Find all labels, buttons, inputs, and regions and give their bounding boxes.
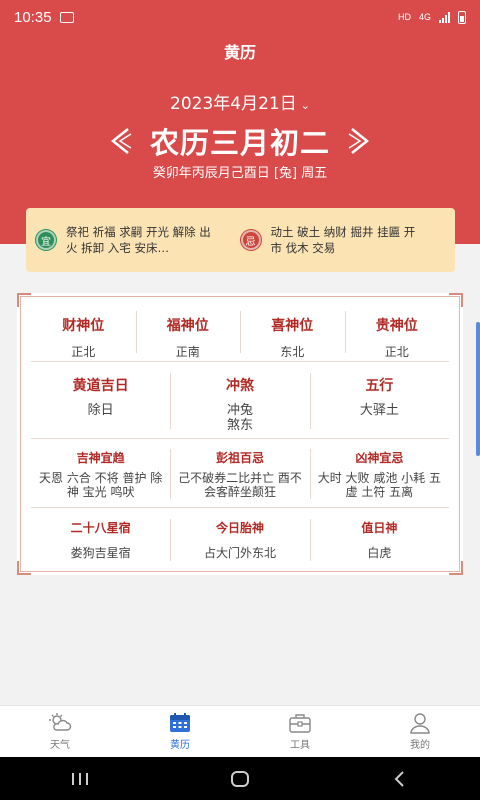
lunar-date: 农历三月初二 [149, 126, 330, 160]
cell-label: 福神位 [166, 318, 209, 334]
cell-label: 今日胎神 [215, 521, 264, 535]
cell-value: 东北 [280, 345, 305, 359]
evil-spirits-cell: 凶神宜忌 大时 大败 咸池 小耗 五虚 土符 五离 [309, 441, 449, 505]
status-time: 10:35 [14, 8, 52, 26]
cell-value: 己不破券二比并亡 酉不会客醉坐颠狂 [178, 471, 302, 499]
cell-label: 二十八星宿 [70, 521, 131, 535]
battery-icon [458, 10, 466, 24]
spirits-row: 吉神宜趋 天恩 六合 不将 普护 除神 宝光 鸣吠 彭祖百忌 己不破券二比并亡 … [31, 441, 449, 505]
yiji-card[interactable]: 宜 祭祀 祈福 求嗣 开光 解除 出火 拆卸 入宅 安床… 忌 动土 破土 纳财… [26, 208, 455, 272]
cell-value: 天恩 六合 不将 普护 除神 宝光 鸣吠 [39, 471, 163, 499]
cell-label: 值日神 [361, 521, 398, 535]
duty-god-cell: 值日神 白虎 [309, 511, 449, 567]
cell-value: 正南 [175, 345, 200, 359]
nav-almanac[interactable]: 黄历 [120, 706, 240, 757]
yi-section: 宜 祭祀 祈福 求嗣 开光 解除 出火 拆卸 入宅 安床… [36, 224, 241, 256]
hd-indicator: HD [397, 12, 411, 22]
system-nav-bar [0, 757, 480, 800]
frame-corner [17, 293, 31, 307]
next-day-arrow-icon[interactable] [348, 126, 372, 156]
divider [31, 361, 449, 362]
almanac-details-panel: 财神位 正北 福神位 正南 喜神位 东北 贵神位 正北 黄道吉日 除日 冲煞 冲… [17, 293, 463, 575]
cell-label: 黄道吉日 [72, 378, 129, 394]
cell-label: 凶神宜忌 [355, 451, 404, 465]
toolbox-icon [289, 714, 311, 733]
network-type: 4G [418, 12, 431, 22]
status-bar: 10:35 HD 4G [0, 0, 480, 34]
fetus-god-cell: 今日胎神 占大门外东北 [170, 511, 309, 567]
nav-label: 工具 [290, 740, 310, 751]
weather-icon [49, 713, 72, 731]
stars-row: 二十八星宿 娄狗吉星宿 今日胎神 占大门外东北 值日神 白虎 [31, 511, 449, 567]
bottom-nav: 天气 黄历 工具 我的 [0, 705, 480, 757]
frame-corner [449, 561, 463, 575]
page-title: 黄历 [223, 43, 256, 62]
solar-date: 2023年4月21日 [170, 94, 297, 114]
ganzhi-date: 癸卯年丙辰月己酉日 [兔] 周五 [152, 166, 328, 181]
cell-value: 占大门外东北 [203, 546, 276, 560]
date-selector[interactable]: 2023年4月21日 ⌄ [0, 89, 480, 114]
cell-label: 贵神位 [375, 318, 418, 334]
yi-text: 祭祀 祈福 求嗣 开光 解除 出火 拆卸 入宅 安床… [66, 225, 211, 255]
auspicious-day-cell: 黄道吉日 除日 [31, 365, 170, 435]
nav-label: 黄历 [170, 740, 190, 751]
cell-value: 大驿土 [359, 403, 399, 418]
fortune-god-cell: 福神位 正南 [135, 303, 241, 359]
cell-label: 五行 [365, 378, 394, 394]
lucky-spirits-cell: 吉神宜趋 天恩 六合 不将 普护 除神 宝光 鸣吠 [31, 441, 170, 505]
ji-section: 忌 动土 破土 纳财 掘井 挂匾 开市 伐木 交易 [240, 224, 446, 256]
cell-value: 白虎 [367, 546, 392, 560]
joy-god-cell: 喜神位 东北 [240, 303, 345, 359]
user-icon [410, 713, 430, 734]
nav-profile[interactable]: 我的 [360, 706, 480, 757]
ji-text: 动土 破土 纳财 掘井 挂匾 开市 伐木 交易 [270, 225, 416, 255]
signal-icon [439, 11, 450, 23]
nav-weather[interactable]: 天气 [0, 706, 120, 757]
day-info-row: 黄道吉日 除日 冲煞 冲兔 煞东 五行 大驿土 [31, 365, 449, 435]
cell-label: 彭祖百忌 [215, 451, 264, 465]
calendar-icon [170, 713, 190, 732]
god-directions-row: 财神位 正北 福神位 正南 喜神位 东北 贵神位 正北 [31, 303, 449, 359]
noble-god-cell: 贵神位 正北 [344, 303, 450, 359]
nav-tools[interactable]: 工具 [240, 706, 360, 757]
cell-value: 冲兔 煞东 [226, 403, 253, 433]
cell-label: 吉神宜趋 [76, 451, 125, 465]
yi-badge: 宜 [36, 230, 56, 250]
wealth-god-cell: 财神位 正北 [31, 303, 136, 359]
cell-value: 娄狗吉星宿 [70, 546, 131, 560]
home-icon[interactable] [229, 770, 251, 788]
image-notification-icon [59, 11, 74, 23]
frame-corner [17, 561, 31, 575]
nav-label: 我的 [410, 740, 430, 751]
cell-label: 财神位 [62, 318, 105, 334]
cell-label: 冲煞 [225, 378, 254, 394]
ji-badge: 忌 [240, 230, 261, 250]
cell-value: 除日 [87, 403, 114, 418]
pengzu-taboos-cell: 彭祖百忌 己不破券二比并亡 酉不会客醉坐颠狂 [170, 441, 309, 505]
back-icon[interactable] [389, 770, 411, 788]
lunar-mansion-cell: 二十八星宿 娄狗吉星宿 [31, 511, 170, 567]
cell-value: 大时 大败 咸池 小耗 五虚 土符 五离 [317, 471, 441, 499]
recent-apps-icon[interactable] [69, 770, 91, 788]
divider [31, 507, 449, 508]
cell-label: 喜神位 [271, 318, 314, 334]
clash-cell: 冲煞 冲兔 煞东 [170, 365, 309, 435]
cell-value: 正北 [384, 345, 409, 359]
divider [31, 438, 449, 439]
frame-corner [449, 293, 463, 307]
cell-value: 正北 [71, 345, 96, 359]
prev-day-arrow-icon[interactable] [108, 126, 132, 156]
scrollbar[interactable] [476, 322, 480, 456]
nav-label: 天气 [50, 740, 70, 751]
five-elements-cell: 五行 大驿土 [309, 365, 449, 435]
chevron-down-icon: ⌄ [300, 99, 310, 112]
